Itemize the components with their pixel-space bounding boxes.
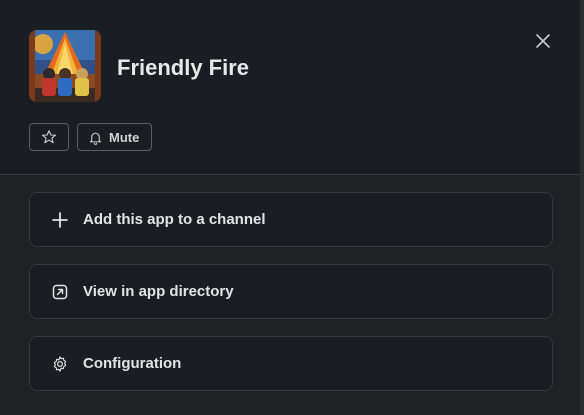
modal-header: Friendly Fire Mute [0, 0, 580, 175]
star-button[interactable] [29, 123, 69, 151]
mute-button[interactable]: Mute [77, 123, 153, 151]
mute-label: Mute [109, 129, 140, 145]
configuration-button[interactable]: Configuration [29, 336, 553, 391]
scrollbar[interactable] [580, 0, 584, 415]
add-to-channel-label: Add this app to a channel [83, 211, 266, 228]
add-to-channel-button[interactable]: Add this app to a channel [29, 192, 553, 247]
external-link-icon [51, 283, 69, 301]
app-icon [29, 30, 101, 102]
app-title: Friendly Fire [117, 55, 250, 80]
configuration-label: Configuration [83, 355, 182, 372]
close-icon [536, 34, 550, 48]
bell-icon [89, 132, 102, 145]
star-icon [41, 130, 57, 144]
view-in-app-directory-label: View in app directory [83, 283, 234, 300]
app-details-modal: Friendly Fire Mute Add this app to a cha… [0, 0, 580, 415]
gear-icon [51, 355, 69, 373]
view-in-app-directory-button[interactable]: View in app directory [29, 264, 553, 319]
plus-icon [51, 211, 69, 229]
close-button[interactable] [530, 28, 556, 54]
